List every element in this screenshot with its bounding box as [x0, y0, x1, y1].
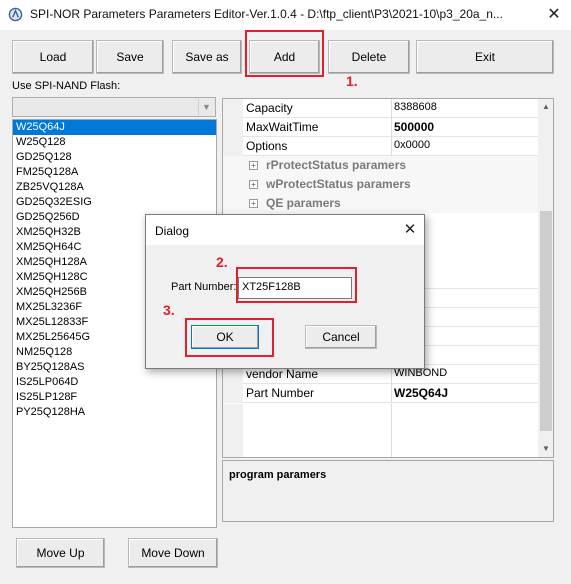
- load-button[interactable]: Load: [12, 40, 94, 74]
- dialog-title-bar: Dialog ✕: [146, 215, 424, 245]
- save-button[interactable]: Save: [96, 40, 164, 74]
- prop-name: Capacity: [246, 101, 293, 115]
- move-up-button[interactable]: Move Up: [16, 538, 105, 568]
- prop-value[interactable]: 500000: [394, 120, 434, 134]
- delete-button-label: Delete: [351, 50, 387, 64]
- prop-name: vendor Name: [246, 367, 319, 381]
- save-as-button-label: Save as: [185, 50, 229, 64]
- title-bar: SPI-NOR Parameters Parameters Editor-Ver…: [0, 0, 571, 30]
- save-as-button[interactable]: Save as: [172, 40, 242, 74]
- expand-icon[interactable]: +: [249, 180, 258, 189]
- exit-button-label: Exit: [474, 50, 495, 64]
- prop-row-capacity[interactable]: Capacity 8388608: [223, 99, 538, 118]
- prop-value[interactable]: 0x0000: [394, 139, 430, 151]
- chip-list-item[interactable]: PY25Q128HA: [13, 405, 216, 420]
- load-button-label: Load: [39, 50, 67, 64]
- scroll-down-arrow-icon[interactable]: ▼: [538, 441, 553, 457]
- scroll-up-arrow-icon[interactable]: ▲: [538, 99, 553, 115]
- prop-row-options[interactable]: Options 0x0000: [223, 137, 538, 156]
- cancel-button[interactable]: Cancel: [305, 325, 377, 349]
- highlight-ok: [185, 318, 274, 357]
- prop-name: MaxWaitTime: [246, 120, 319, 134]
- description-title: program paramers: [229, 469, 327, 481]
- category-label: wProtectStatus paramers: [266, 177, 411, 191]
- property-scrollbar[interactable]: ▲ ▼: [538, 99, 553, 457]
- category-label: QE paramers: [266, 196, 341, 210]
- category-qe[interactable]: + QE paramers: [223, 194, 538, 213]
- expand-icon[interactable]: +: [249, 199, 258, 208]
- app-icon: [8, 7, 23, 22]
- property-description: program paramers: [222, 460, 554, 522]
- step-1-annotation: 1.: [346, 73, 358, 89]
- delete-button[interactable]: Delete: [328, 40, 410, 74]
- prop-value[interactable]: W25Q64J: [394, 386, 448, 400]
- prop-name: Part Number: [246, 386, 315, 400]
- chip-list-item[interactable]: IS25LP064D: [13, 375, 216, 390]
- move-down-button[interactable]: Move Down: [128, 538, 218, 568]
- window-title: SPI-NOR Parameters Parameters Editor-Ver…: [30, 7, 503, 21]
- save-button-label: Save: [116, 50, 144, 64]
- category-wprotect[interactable]: + wProtectStatus paramers: [223, 175, 538, 194]
- chip-list-item[interactable]: ZB25VQ128A: [13, 180, 216, 195]
- cancel-button-label: Cancel: [322, 330, 360, 344]
- dialog-title: Dialog: [155, 224, 190, 238]
- chip-list-item[interactable]: W25Q128: [13, 135, 216, 150]
- prop-value[interactable]: 8388608: [394, 101, 437, 113]
- step-3-annotation: 3.: [163, 302, 175, 318]
- chip-list-item[interactable]: GD25Q128: [13, 150, 216, 165]
- close-icon[interactable]: ✕: [400, 220, 420, 240]
- part-number-label: Part Number:: [171, 281, 237, 293]
- chip-list-item[interactable]: IS25LP128F: [13, 390, 216, 405]
- prop-row-part-number[interactable]: Part Number W25Q64J: [223, 384, 538, 403]
- move-down-button-label: Move Down: [141, 546, 205, 560]
- category-label: rProtectStatus paramers: [266, 158, 407, 172]
- chip-list-item[interactable]: FM25Q128A: [13, 165, 216, 180]
- prop-name: Options: [246, 139, 288, 153]
- exit-button[interactable]: Exit: [416, 40, 554, 74]
- expand-icon[interactable]: +: [249, 161, 258, 170]
- highlight-part-number: [236, 267, 357, 303]
- highlight-add: [245, 30, 324, 77]
- close-icon[interactable]: ✕: [543, 5, 565, 25]
- flash-type-combo[interactable]: ▼: [12, 97, 216, 117]
- chip-list-item[interactable]: W25Q64J: [13, 120, 216, 135]
- chip-list-item[interactable]: GD25Q32ESIG: [13, 195, 216, 210]
- prop-row-maxwaittime[interactable]: MaxWaitTime 500000: [223, 118, 538, 137]
- use-nand-label: Use SPI-NAND Flash:: [12, 80, 121, 92]
- step-2-annotation: 2.: [216, 254, 228, 270]
- category-rprotect[interactable]: + rProtectStatus paramers: [223, 156, 538, 175]
- chevron-down-icon[interactable]: ▼: [198, 99, 214, 115]
- move-up-button-label: Move Up: [36, 546, 85, 560]
- scroll-thumb[interactable]: [540, 211, 552, 431]
